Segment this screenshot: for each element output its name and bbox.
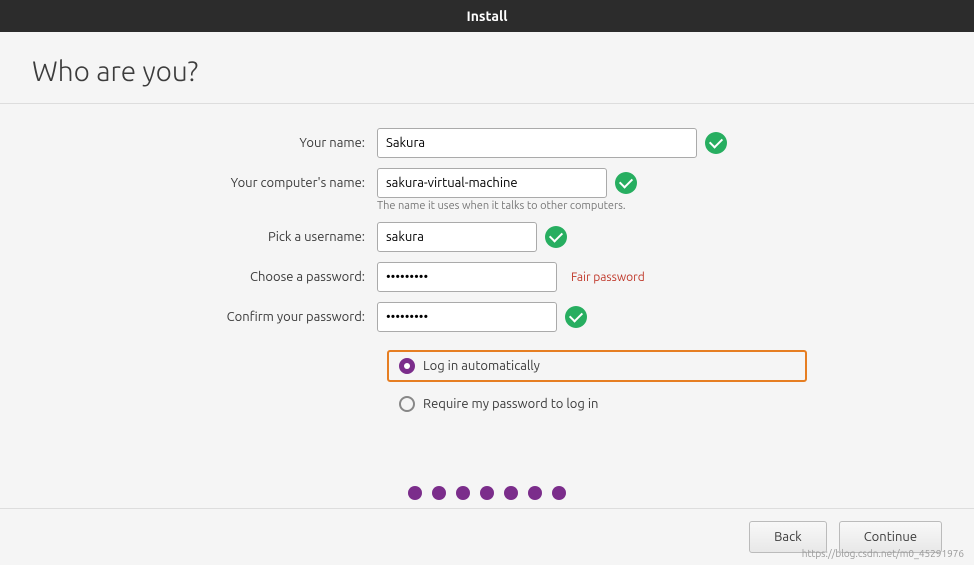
your-name-row: Your name:	[157, 128, 817, 158]
confirm-password-label: Confirm your password:	[157, 310, 377, 324]
login-password-option[interactable]: Require my password to log in	[387, 388, 807, 420]
progress-dots	[0, 470, 974, 508]
your-name-input-wrap	[377, 128, 727, 158]
progress-dot-4	[480, 486, 494, 500]
username-check-icon	[545, 226, 567, 248]
username-label: Pick a username:	[157, 230, 377, 244]
login-password-label: Require my password to log in	[423, 397, 598, 411]
progress-dot-6	[528, 486, 542, 500]
your-name-label: Your name:	[157, 136, 377, 150]
watermark: https://blog.csdn.net/m0_45291976	[802, 548, 964, 559]
window-title: Install	[467, 8, 508, 24]
password-input-wrap: Fair password	[377, 262, 645, 292]
computer-name-input[interactable]	[377, 168, 607, 198]
login-password-radio[interactable]	[399, 396, 415, 412]
password-input[interactable]	[377, 262, 557, 292]
password-strength: Fair password	[571, 271, 645, 284]
password-row: Choose a password: Fair password	[157, 262, 817, 292]
page-title: Who are you?	[0, 32, 974, 104]
main-content: Who are you? Your name: Your computer's …	[0, 32, 974, 565]
password-label: Choose a password:	[157, 270, 377, 284]
login-auto-label: Log in automatically	[423, 359, 540, 373]
your-name-check-icon	[705, 132, 727, 154]
computer-name-row: Your computer's name: The name it uses w…	[157, 168, 817, 212]
confirm-password-check-icon	[565, 306, 587, 328]
confirm-password-row: Confirm your password:	[157, 302, 817, 332]
progress-dot-3	[456, 486, 470, 500]
computer-name-hint: The name it uses when it talks to other …	[377, 200, 974, 212]
login-options-group: Log in automatically Require my password…	[387, 350, 807, 420]
confirm-password-input[interactable]	[377, 302, 557, 332]
progress-dot-7	[552, 486, 566, 500]
computer-name-top: Your computer's name:	[157, 168, 817, 198]
computer-name-check-icon	[615, 172, 637, 194]
login-auto-radio[interactable]	[399, 358, 415, 374]
form-area: Your name: Your computer's name: The nam…	[0, 104, 974, 470]
progress-dot-1	[408, 486, 422, 500]
confirm-password-input-wrap	[377, 302, 587, 332]
title-bar: Install	[0, 0, 974, 32]
computer-name-label: Your computer's name:	[157, 176, 377, 190]
username-input-wrap	[377, 222, 567, 252]
username-row: Pick a username:	[157, 222, 817, 252]
computer-name-input-wrap	[377, 168, 637, 198]
username-input[interactable]	[377, 222, 537, 252]
progress-dot-5	[504, 486, 518, 500]
progress-dot-2	[432, 486, 446, 500]
login-auto-option[interactable]: Log in automatically	[387, 350, 807, 382]
your-name-input[interactable]	[377, 128, 697, 158]
